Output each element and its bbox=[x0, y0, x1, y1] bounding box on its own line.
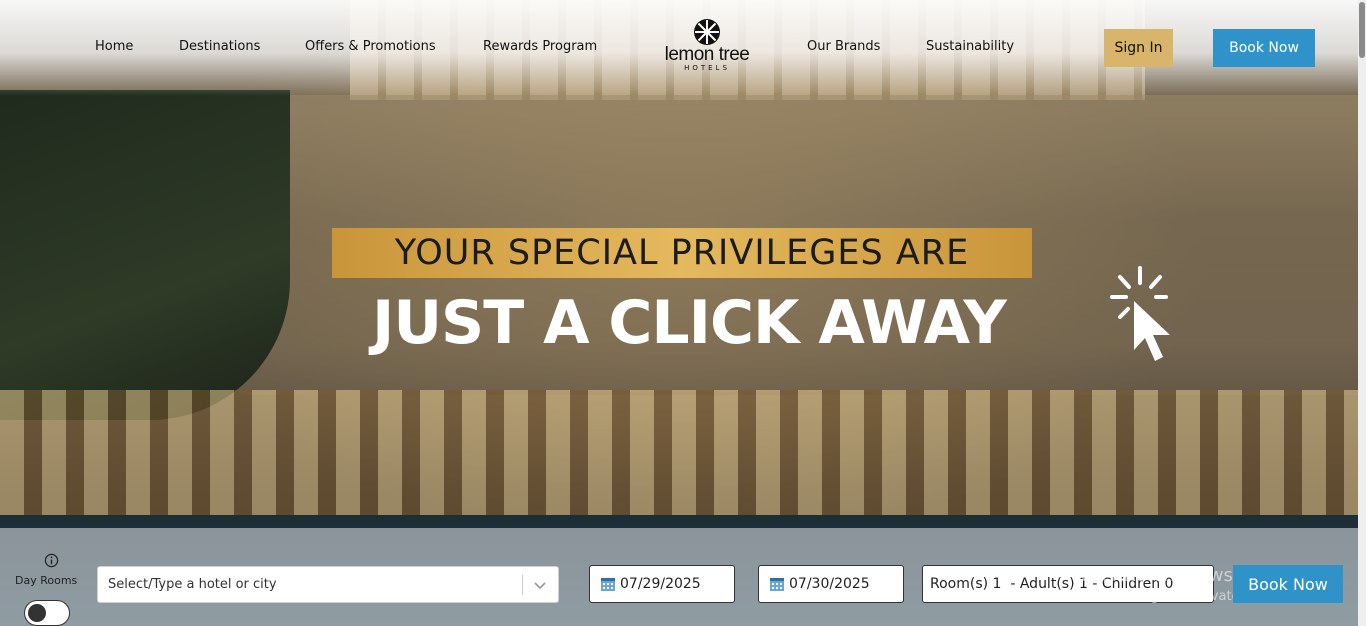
greenery-cliff bbox=[0, 90, 290, 420]
toggle-knob bbox=[28, 604, 46, 622]
nav-destinations[interactable]: Destinations bbox=[179, 39, 260, 54]
logo-brand-text: lemon tree bbox=[664, 44, 750, 65]
sign-in-button[interactable]: Sign In bbox=[1104, 29, 1173, 67]
hotel-city-select[interactable]: Select/Type a hotel or city bbox=[97, 566, 559, 603]
nav-home[interactable]: Home bbox=[95, 39, 133, 54]
chevron-down-icon[interactable] bbox=[534, 579, 546, 591]
hotel-select-placeholder: Select/Type a hotel or city bbox=[108, 577, 277, 592]
hero-headline-main: JUST A CLICK AWAY bbox=[372, 288, 1007, 358]
scrollbar-thumb[interactable] bbox=[1359, 2, 1365, 58]
palace-arcade bbox=[0, 390, 1358, 530]
lemon-tree-logo-icon bbox=[694, 19, 720, 45]
nav-our-brands[interactable]: Our Brands bbox=[807, 39, 880, 54]
nav-rewards-program[interactable]: Rewards Program bbox=[483, 39, 597, 54]
hero-headline-top: YOUR SPECIAL PRIVILEGES ARE bbox=[394, 233, 970, 273]
day-rooms-label: Day Rooms bbox=[15, 574, 78, 587]
nav-offers-promotions[interactable]: Offers & Promotions bbox=[305, 39, 436, 54]
day-rooms-toggle[interactable] bbox=[24, 600, 70, 626]
nav-sustainability[interactable]: Sustainability bbox=[926, 39, 1014, 54]
book-now-header-button[interactable]: Book Now bbox=[1213, 29, 1315, 67]
calendar-icon bbox=[601, 578, 615, 591]
check-in-value: 07/29/2025 bbox=[620, 576, 701, 592]
check-out-date-field[interactable]: 07/30/2025 bbox=[758, 565, 904, 603]
page-scrollbar[interactable] bbox=[1358, 0, 1366, 626]
info-icon[interactable] bbox=[44, 553, 59, 568]
select-separator bbox=[522, 575, 523, 595]
cursor-click-icon bbox=[1110, 266, 1170, 361]
check-out-value: 07/30/2025 bbox=[789, 576, 870, 592]
book-now-search-button[interactable]: Book Now bbox=[1233, 565, 1343, 603]
calendar-icon bbox=[770, 578, 784, 591]
check-in-date-field[interactable]: 07/29/2025 bbox=[589, 565, 735, 603]
windows-watermark-title: Activate Windows bbox=[1073, 565, 1233, 586]
top-navbar: Home Destinations Offers & Promotions Re… bbox=[0, 0, 1358, 96]
lemon-tree-logo[interactable]: lemon tree HOTELS bbox=[662, 18, 752, 74]
